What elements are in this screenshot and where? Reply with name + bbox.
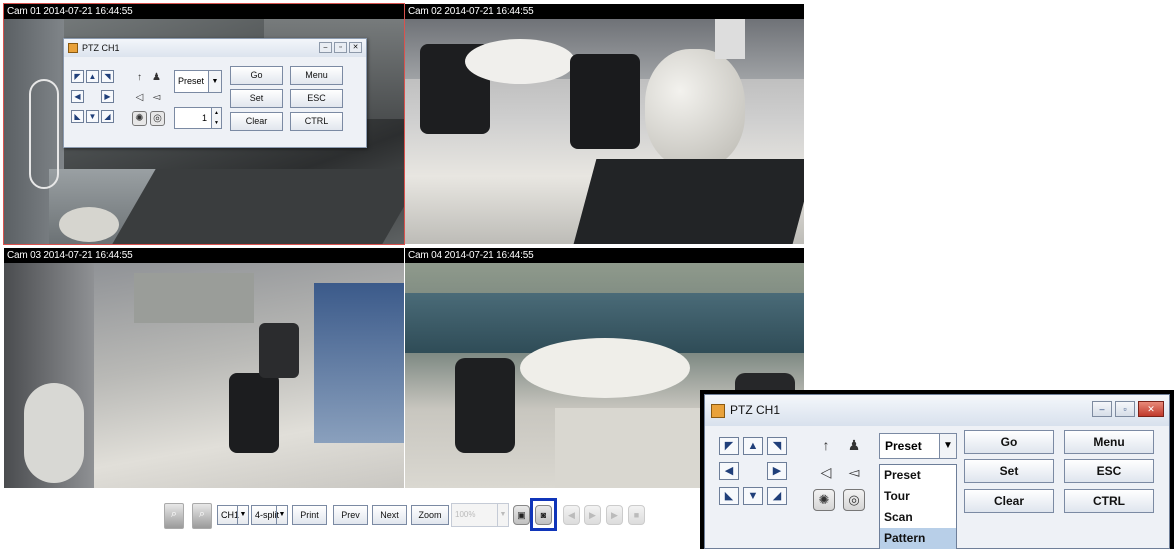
java-app-icon <box>711 404 725 418</box>
nvr-viewer: Cam 01 2014-07-21 16:44:55 PTZ CH1 – ▫ ✕… <box>0 0 1174 549</box>
split-select[interactable]: 4-split ▼ <box>251 505 288 525</box>
camera-3-label: Cam 03 2014-07-21 16:44:55 <box>4 248 404 263</box>
camera-2-feed <box>405 19 804 244</box>
mini-ptz-titlebar[interactable]: PTZ CH1 – ▫ ✕ <box>64 39 366 57</box>
chevron-down-icon[interactable]: ▼ <box>939 434 956 458</box>
mini-iris-close-icon[interactable]: ◎ <box>150 111 165 126</box>
mini-mode-select-value: Preset <box>178 76 205 86</box>
mini-arrow-up-icon[interactable]: ▲ <box>86 70 99 83</box>
mode-dropdown-list: Preset Tour Scan Pattern <box>879 464 957 549</box>
clear-button[interactable]: Clear <box>964 489 1054 513</box>
mini-focus-far-icon[interactable]: ◅ <box>150 90 163 105</box>
dropdown-option-scan[interactable]: Scan <box>880 507 956 528</box>
camera-view-2[interactable]: Cam 02 2014-07-21 16:44:55 <box>405 4 804 244</box>
mode-select-value: Preset <box>885 439 922 453</box>
menu-button[interactable]: Menu <box>1064 430 1154 454</box>
arrow-right-icon[interactable]: ▶ <box>767 462 787 480</box>
print-button[interactable]: Print <box>292 505 327 525</box>
camera-view-3[interactable]: Cam 03 2014-07-21 16:44:55 <box>4 248 404 488</box>
mini-ctrl-button[interactable]: CTRL <box>290 112 343 131</box>
mini-arrow-right-icon[interactable]: ▶ <box>101 90 114 103</box>
chevron-down-icon[interactable]: ▼ <box>237 506 248 524</box>
stop-icon: ■ <box>628 505 645 525</box>
next-button[interactable]: Next <box>372 505 407 525</box>
channel-select[interactable]: CH1 ▼ <box>217 505 249 525</box>
mini-menu-button[interactable]: Menu <box>290 66 343 85</box>
camera-4-label: Cam 04 2014-07-21 16:44:55 <box>405 248 804 263</box>
java-app-icon <box>68 43 78 53</box>
prev-button[interactable]: Prev <box>333 505 368 525</box>
camera-3-feed <box>4 263 404 488</box>
set-button[interactable]: Set <box>964 459 1054 483</box>
mini-esc-button[interactable]: ESC <box>290 89 343 108</box>
mini-arrow-down-icon[interactable]: ▼ <box>86 110 99 123</box>
arrow-down-icon[interactable]: ▼ <box>743 487 763 505</box>
arrow-up-icon[interactable]: ▲ <box>743 437 763 455</box>
close-icon[interactable]: ✕ <box>1138 401 1164 417</box>
ptz-button-highlight <box>530 498 557 531</box>
arrow-up-left-icon[interactable]: ◤ <box>719 437 739 455</box>
mini-ptz-title: PTZ CH1 <box>82 43 120 53</box>
dropdown-option-pattern[interactable]: Pattern <box>880 528 956 549</box>
ctrl-button[interactable]: CTRL <box>1064 489 1154 513</box>
focus-near-icon[interactable]: ◁ <box>817 462 835 482</box>
maximize-icon[interactable]: ▫ <box>334 42 347 53</box>
camera-2-label: Cam 02 2014-07-21 16:44:55 <box>405 4 804 19</box>
mini-arrow-left-icon[interactable]: ◀ <box>71 90 84 103</box>
arrow-down-right-icon[interactable]: ◢ <box>767 487 787 505</box>
mini-focus-near-icon[interactable]: ◁ <box>133 90 146 105</box>
camera-1-label: Cam 01 2014-07-21 16:44:55 <box>4 4 404 19</box>
mini-arrow-up-left-icon[interactable]: ◤ <box>71 70 84 83</box>
minimize-icon[interactable]: – <box>1092 401 1112 417</box>
mini-preset-number-value: 1 <box>201 113 207 123</box>
mini-set-button[interactable]: Set <box>230 89 283 108</box>
rewind-icon: ◀ <box>563 505 580 525</box>
record-icon[interactable]: ▣ <box>513 505 530 525</box>
ptz-titlebar[interactable]: PTZ CH1 – ▫ ✕ <box>705 395 1169 426</box>
ptz-title: PTZ CH1 <box>730 403 781 417</box>
dropdown-option-preset[interactable]: Preset <box>880 465 956 486</box>
mini-ptz-window[interactable]: PTZ CH1 – ▫ ✕ ◤ ▲ ◥ ◀ ▶ ◣ ▼ ◢ ↑ ♟ ◁ ◅ ✺ … <box>63 38 367 148</box>
iris-close-icon[interactable]: ◎ <box>843 489 865 511</box>
zoom-in-icon[interactable]: ↑ <box>817 435 835 455</box>
camera-view-1[interactable]: Cam 01 2014-07-21 16:44:55 PTZ CH1 – ▫ ✕… <box>3 3 405 245</box>
zoom-level-select: 100% ▼ <box>451 503 509 527</box>
zoom-out-icon[interactable]: ♟ <box>845 435 863 455</box>
ptz-window[interactable]: PTZ CH1 – ▫ ✕ ◤ ▲ ◥ ◀ ▶ ◣ ▼ ◢ ↑ ♟ ◁ ◅ ✺ … <box>704 394 1170 549</box>
mini-iris-open-icon[interactable]: ✺ <box>132 111 147 126</box>
mini-arrow-up-right-icon[interactable]: ◥ <box>101 70 114 83</box>
arrow-left-icon[interactable]: ◀ <box>719 462 739 480</box>
arrow-down-left-icon[interactable]: ◣ <box>719 487 739 505</box>
mini-mode-select[interactable]: Preset ▼ <box>174 70 222 93</box>
snapshot-icon[interactable]: ⌕ <box>164 503 184 529</box>
mini-arrow-down-right-icon[interactable]: ◢ <box>101 110 114 123</box>
chevron-down-icon: ▼ <box>497 504 508 526</box>
go-button[interactable]: Go <box>964 430 1054 454</box>
maximize-icon[interactable]: ▫ <box>1115 401 1135 417</box>
search-icon[interactable]: ⌕ <box>192 503 212 529</box>
iris-open-icon[interactable]: ✺ <box>813 489 835 511</box>
mini-zoom-in-icon[interactable]: ↑ <box>133 70 146 85</box>
play-icon: ▶ <box>584 505 601 525</box>
chevron-down-icon[interactable]: ▼ <box>276 506 287 524</box>
minimize-icon[interactable]: – <box>319 42 332 53</box>
mini-go-button[interactable]: Go <box>230 66 283 85</box>
mini-clear-button[interactable]: Clear <box>230 112 283 131</box>
mini-preset-number-spinner[interactable]: 1 ▲ ▼ <box>174 107 222 129</box>
zoom-level-value: 100% <box>455 510 476 519</box>
close-icon[interactable]: ✕ <box>349 42 362 53</box>
esc-button[interactable]: ESC <box>1064 459 1154 483</box>
dropdown-option-tour[interactable]: Tour <box>880 486 956 507</box>
mini-zoom-out-icon[interactable]: ♟ <box>150 70 163 85</box>
spinner-arrows-icon[interactable]: ▲ ▼ <box>211 108 221 128</box>
chevron-down-icon[interactable]: ▼ <box>208 71 221 92</box>
focus-far-icon[interactable]: ◅ <box>845 462 863 482</box>
ptz-window-zoomed: PTZ CH1 – ▫ ✕ ◤ ▲ ◥ ◀ ▶ ◣ ▼ ◢ ↑ ♟ ◁ ◅ ✺ … <box>700 390 1174 549</box>
zoom-button[interactable]: Zoom <box>411 505 449 525</box>
mini-arrow-down-left-icon[interactable]: ◣ <box>71 110 84 123</box>
mode-select[interactable]: Preset ▼ <box>879 433 957 459</box>
arrow-up-right-icon[interactable]: ◥ <box>767 437 787 455</box>
forward-icon: ▶ <box>606 505 623 525</box>
